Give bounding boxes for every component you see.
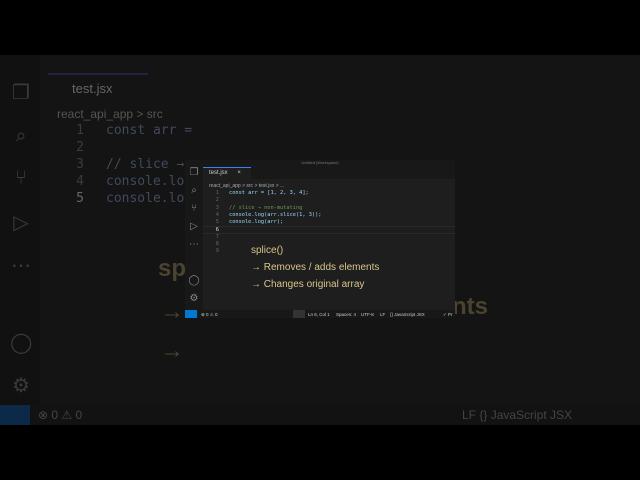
bg-code: console.lo [106, 174, 185, 189]
code-line: const arr = [1, 2, 3, 4]; [229, 190, 309, 196]
close-icon[interactable]: × [237, 170, 241, 176]
cursor-position[interactable]: Ln 6, Col 1 [308, 312, 330, 317]
overlay-title: splice() [251, 245, 284, 256]
tab-label: test.jsx [209, 170, 228, 176]
bg-activity-bar: ❐ ⌕ ⑂ ▷ ⋯ ◯ ⚙ [0, 55, 40, 405]
files-icon: ❐ [12, 82, 30, 104]
line-number: 2 [215, 197, 219, 204]
bg-code: // slice → [106, 157, 185, 172]
source-control-icon[interactable]: ⑂ [185, 203, 203, 221]
encoding[interactable]: UTF-8 [361, 312, 374, 317]
indentation[interactable]: Spaces: 4 [336, 312, 356, 317]
bg-arrow: → [160, 337, 184, 364]
editor[interactable]: 1 const arr = [1, 2, 3, 4]; 2 3 // slice →… [203, 190, 455, 256]
breadcrumb[interactable]: react_api_app > src > test.jsx > ... [209, 183, 284, 189]
bg-overlay-text: nts [452, 293, 488, 320]
tab-bar: test.jsx × [203, 167, 455, 179]
code-line: console.log(arr); [229, 219, 284, 226]
status-bar: ⊗ 0 ⚠ 0 Ln 6, Col 1 Spaces: 4 UTF-8 LF {… [185, 310, 455, 318]
explorer-icon[interactable]: ❐ [185, 167, 203, 185]
account-icon[interactable]: ◯ [185, 275, 203, 293]
bg-status-right: LF {} JavaScript JSX [462, 408, 573, 422]
bg-status-left: ⊗ 0 ⚠ 0 [38, 408, 83, 422]
account-icon: ◯ [10, 332, 33, 354]
line-number: 8 [215, 241, 219, 248]
bg-remote-button [0, 405, 30, 425]
line-number: 1 [215, 190, 219, 196]
bg-code: console.lo [106, 191, 185, 206]
line-number: 3 [215, 204, 219, 211]
bg-line-number: 4 [76, 174, 84, 189]
vscode-window: Untitled (Workspace) ❐ ⌕ ⑂ ▷ ⋯ ◯ ⚙ test.… [185, 160, 455, 318]
eol[interactable]: LF [380, 312, 385, 317]
language-mode[interactable]: {} JavaScript JSX [390, 312, 425, 317]
search-icon[interactable]: ⌕ [185, 185, 203, 203]
bg-status-bar: ⊗ 0 ⚠ 0 LF {} JavaScript JSX [0, 405, 640, 425]
more-icon[interactable]: ⋯ [185, 239, 203, 257]
line-number: 9 [215, 248, 219, 255]
run-debug-icon: ▷ [13, 212, 29, 234]
more-icon: ⋯ [11, 255, 31, 277]
tab-test-jsx[interactable]: test.jsx × [203, 167, 251, 179]
code-line: console.log(arr.slice(1, 3)); [229, 211, 322, 218]
activity-bar: ❐ ⌕ ⑂ ▷ ⋯ ◯ ⚙ [185, 167, 203, 311]
prettier[interactable]: ✓ Pr [443, 312, 453, 318]
title-bar: Untitled (Workspace) [185, 160, 455, 167]
bg-line-number: 3 [76, 157, 84, 172]
gear-icon[interactable]: ⚙ [185, 293, 203, 311]
bg-line-number: 5 [76, 191, 84, 206]
line-number: 7 [215, 233, 219, 240]
code-line: // slice → non-mutating [229, 204, 303, 211]
search-icon: ⌕ [15, 125, 27, 147]
line-number: 5 [215, 219, 219, 226]
bg-code: const arr = [106, 123, 193, 138]
remote-button[interactable] [185, 310, 197, 318]
bg-line-number: 2 [76, 140, 84, 155]
line-number: 4 [215, 211, 219, 218]
line-number: 6 [215, 227, 219, 234]
overlay-line: → Removes / adds elements [251, 262, 380, 273]
bg-breadcrumb: react_api_app > src [57, 107, 163, 121]
bg-tab: test.jsx [48, 73, 148, 103]
bg-arrow: → [160, 298, 184, 325]
gear-icon: ⚙ [12, 375, 30, 397]
run-debug-icon[interactable]: ▷ [185, 221, 203, 239]
problems-indicator[interactable]: ⊗ 0 ⚠ 0 [201, 312, 218, 318]
zoom-icon[interactable] [293, 310, 305, 318]
source-control-icon: ⑂ [15, 167, 27, 189]
overlay-line: → Changes original array [251, 279, 365, 290]
bg-line-number: 1 [76, 123, 84, 138]
